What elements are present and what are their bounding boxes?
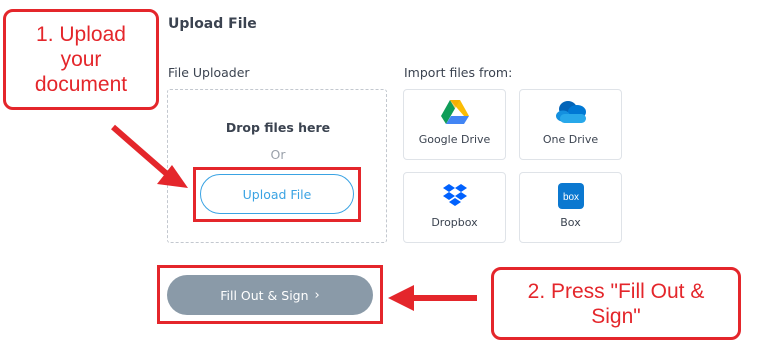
arrow-to-upload-icon — [111, 124, 188, 188]
arrow-to-fill-sign-icon — [388, 285, 477, 311]
annotation-arrows — [111, 124, 477, 311]
